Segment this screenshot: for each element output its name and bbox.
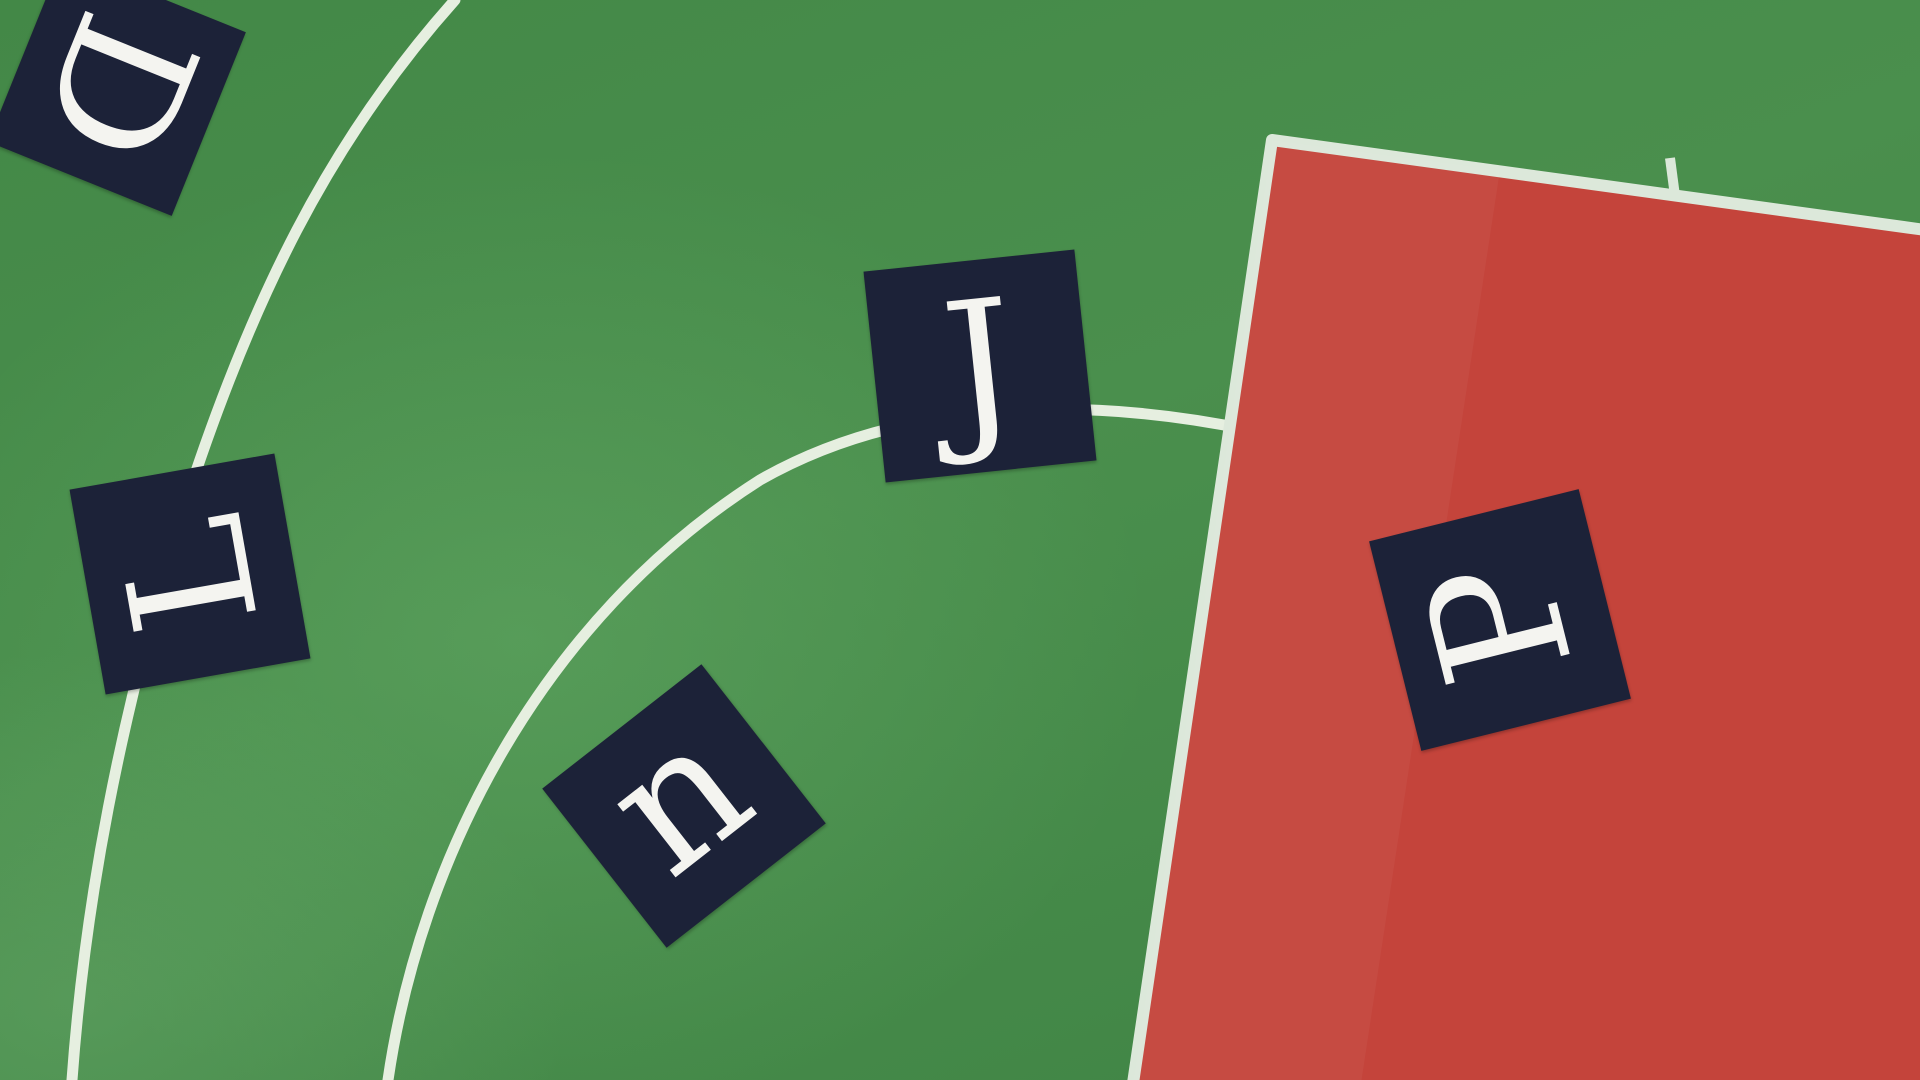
letter-j: J — [934, 261, 1026, 471]
letter-tile-j: J — [863, 249, 1097, 483]
letter-d: D — [0, 0, 235, 188]
letter-tile-l: L — [69, 453, 311, 695]
free-throw-circle-arc — [382, 403, 1256, 1080]
basketball-court-floor: D L J n P — [0, 0, 1920, 1080]
letter-p: P — [1387, 538, 1613, 702]
lane-hash-mark — [1665, 157, 1680, 197]
letter-l: L — [82, 501, 298, 647]
